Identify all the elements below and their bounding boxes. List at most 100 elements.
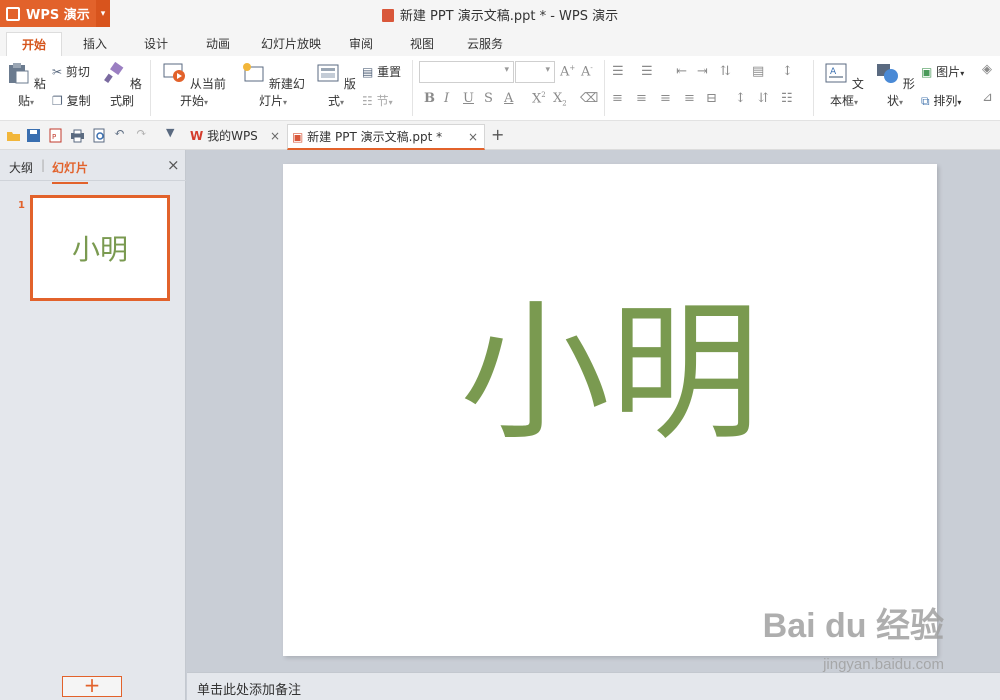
align-center-icon[interactable]: ≡: [636, 91, 647, 106]
slide-canvas[interactable]: 小明: [283, 164, 937, 656]
font-color-icon[interactable]: A: [504, 91, 513, 106]
ppt-file-icon: [381, 9, 394, 22]
shape-button[interactable]: 形状▾: [875, 62, 915, 109]
bold-icon[interactable]: B: [424, 91, 435, 106]
tab-review[interactable]: 审阅: [338, 32, 384, 56]
title-bar: WPS 演示 ▾ 新建 PPT 演示文稿.ppt * - WPS 演示: [0, 0, 1000, 27]
justify-icon[interactable]: ≡: [684, 91, 695, 106]
layout-button[interactable]: 版式▾: [316, 62, 356, 109]
section-icon: ☷: [362, 94, 373, 108]
tab-view[interactable]: 视图: [398, 32, 446, 56]
outline-icon[interactable]: ⊿: [982, 90, 993, 105]
new-slide-button[interactable]: 新建幻灯片▾: [237, 62, 309, 109]
tab-outline[interactable]: 大纲: [9, 159, 33, 176]
slide-thumbnail[interactable]: 小明: [30, 195, 170, 301]
decrease-indent-icon[interactable]: ⇤: [676, 64, 687, 79]
picture-label: 图片: [936, 65, 961, 79]
subscript-icon[interactable]: X2: [553, 91, 567, 108]
format-painter-button[interactable]: 格式刷: [102, 61, 142, 109]
columns-icon[interactable]: ☷: [781, 91, 793, 106]
layout-icon: [317, 64, 339, 82]
paste-button[interactable]: 粘贴▾: [6, 62, 46, 109]
tab-cloud-service[interactable]: 云服务: [460, 32, 510, 56]
picture-button[interactable]: ▣ 图片▾: [921, 63, 964, 80]
undo-icon[interactable]: ↶: [114, 126, 125, 141]
text-direction-icon[interactable]: ⇅: [720, 64, 731, 79]
ribbon-divider: [813, 60, 814, 116]
increase-indent-icon[interactable]: ⇥: [697, 64, 708, 79]
tab-divider: |: [41, 158, 46, 172]
tab-slides[interactable]: 幻灯片: [52, 159, 89, 184]
tab-home[interactable]: 开始: [6, 32, 62, 56]
svg-text:P: P: [52, 133, 56, 141]
doc-tab-my-wps[interactable]: W 我的WPS ×: [186, 124, 286, 150]
cut-button[interactable]: ✂ 剪切: [52, 63, 90, 80]
customize-dropdown-icon[interactable]: ▼: [166, 126, 174, 139]
redo-icon[interactable]: ↷: [136, 126, 147, 141]
line-spacing-icon[interactable]: ↕: [782, 64, 793, 79]
picture-icon: ▣: [921, 65, 933, 79]
tab-insert[interactable]: 插入: [70, 32, 120, 56]
section-button[interactable]: ☷ 节▾: [362, 92, 393, 109]
paragraph-spacing-icon[interactable]: ↕: [735, 91, 746, 106]
copy-icon: ❐: [52, 94, 63, 108]
align-text-icon[interactable]: ▤: [752, 64, 764, 79]
add-slide-button[interactable]: +: [62, 675, 122, 697]
quick-access-bar: P ↶ ↷ ▼ W 我的WPS × ▣ 新建 PPT 演示文稿.ppt * × …: [0, 121, 1000, 150]
print-preview-icon[interactable]: [92, 128, 107, 143]
window-title: 新建 PPT 演示文稿.ppt * - WPS 演示: [0, 5, 1000, 24]
underline-icon[interactable]: U: [463, 91, 474, 106]
superscript-icon[interactable]: X2: [532, 91, 546, 106]
reset-icon: ▤: [362, 65, 374, 79]
text-box-button[interactable]: A 文本框▾: [820, 62, 868, 109]
tab-slideshow[interactable]: 幻灯片放映: [255, 32, 327, 56]
tab-design[interactable]: 设计: [131, 32, 181, 56]
copy-label: 复制: [66, 94, 91, 108]
align-right-icon[interactable]: ≡: [660, 91, 671, 106]
brush-icon: [104, 61, 124, 83]
new-tab-icon[interactable]: +: [491, 125, 504, 144]
notes-pane[interactable]: 单击此处添加备注: [187, 672, 1000, 700]
reset-label: 重置: [377, 65, 402, 79]
decrease-font-size-icon[interactable]: A-: [581, 64, 593, 79]
ribbon-toolbar: 粘贴▾ ✂ 剪切 ❐ 复制 格式刷 从当前开始▾ 新建幻灯片▾ 版式▾ ▤ 重置…: [0, 56, 1000, 121]
save-icon[interactable]: [26, 128, 41, 143]
arrange-label: 排列: [933, 94, 958, 108]
fill-icon[interactable]: ◈: [982, 62, 992, 77]
close-tab-icon[interactable]: ×: [270, 124, 280, 148]
notes-placeholder: 单击此处添加备注: [197, 683, 302, 698]
shape-icon: [877, 64, 899, 83]
close-panel-icon[interactable]: ×: [167, 156, 180, 174]
reset-button[interactable]: ▤ 重置: [362, 63, 401, 80]
export-pdf-icon[interactable]: P: [48, 128, 63, 143]
distributed-icon[interactable]: ⊟: [706, 91, 717, 106]
from-current-slide-button[interactable]: 从当前开始▾: [158, 62, 230, 109]
cut-label: 剪切: [65, 65, 90, 79]
print-icon[interactable]: [70, 128, 85, 143]
font-size-select[interactable]: [515, 61, 555, 83]
bullet-list-icon[interactable]: ☰: [612, 64, 624, 79]
window-title-text: 新建 PPT 演示文稿.ppt * - WPS 演示: [399, 9, 619, 24]
slide-thumbnail-text: 小明: [71, 233, 128, 266]
shadow-icon[interactable]: S: [484, 91, 493, 106]
arrange-icon: ⧉: [921, 94, 930, 108]
numbered-list-icon[interactable]: ☰: [641, 64, 653, 79]
increase-font-size-icon[interactable]: A+: [560, 64, 575, 79]
svg-text:A: A: [830, 67, 837, 77]
copy-button[interactable]: ❐ 复制: [52, 92, 91, 109]
close-tab-icon[interactable]: ×: [468, 125, 478, 149]
slide-number: 1: [18, 200, 25, 211]
open-folder-icon[interactable]: [6, 128, 21, 143]
italic-icon[interactable]: I: [444, 91, 449, 106]
font-family-select[interactable]: [419, 61, 514, 83]
new-slide-icon: [243, 63, 264, 82]
clear-format-icon[interactable]: ⌫: [580, 91, 598, 106]
tab-animation[interactable]: 动画: [193, 32, 243, 56]
slide-title-text[interactable]: 小明: [283, 294, 937, 454]
arrange-button[interactable]: ⧉ 排列▾: [921, 92, 961, 109]
clipboard-icon: [9, 63, 29, 84]
doc-tab-presentation[interactable]: ▣ 新建 PPT 演示文稿.ppt * ×: [287, 124, 485, 150]
align-left-icon[interactable]: ≡: [612, 91, 623, 106]
section-label: 节: [376, 94, 389, 108]
indent-spacing-icon[interactable]: ⇵: [758, 91, 769, 106]
